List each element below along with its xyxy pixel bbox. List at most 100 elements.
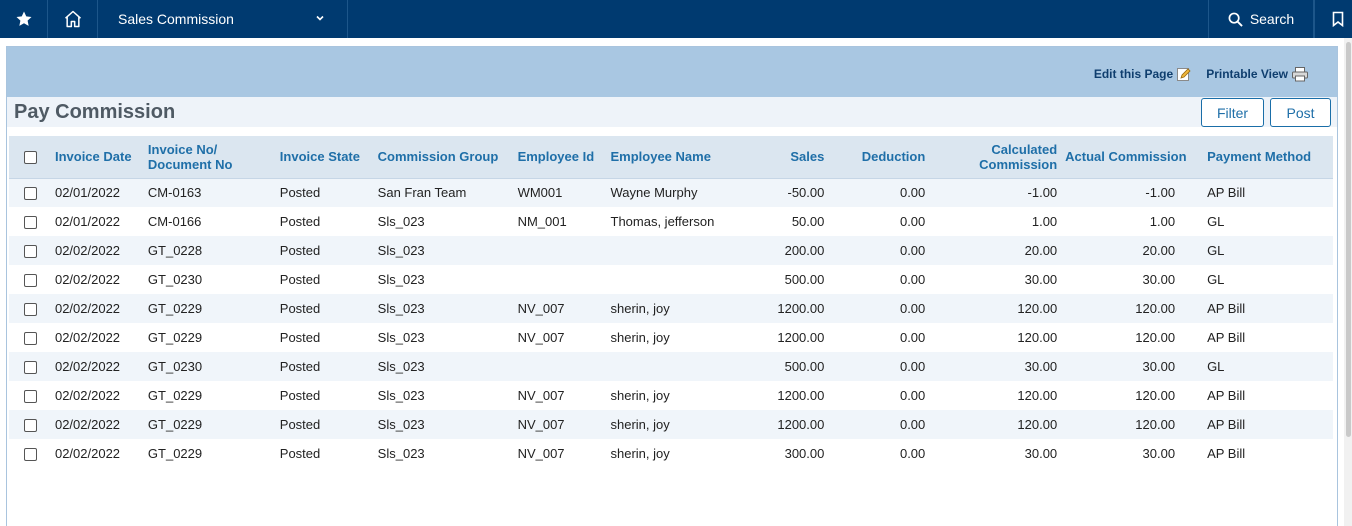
row-checkbox[interactable] [24, 419, 37, 433]
cell-employee-name: Wayne Murphy [606, 178, 739, 207]
cell-employee-name [606, 352, 739, 381]
select-all-checkbox[interactable] [24, 151, 37, 165]
row-checkbox[interactable] [24, 216, 37, 230]
col-calculated-commission[interactable]: Calculated Commission [929, 136, 1062, 179]
col-invoice-date[interactable]: Invoice Date [50, 136, 144, 179]
cell-employee-id: NV_007 [517, 388, 565, 403]
cell-payment-method: AP Bill [1207, 446, 1246, 461]
cell-calculated-commission: 120.00 [929, 410, 1062, 439]
cell-invoice-state: Posted [279, 330, 321, 345]
row-checkbox[interactable] [24, 187, 37, 201]
favorites-button[interactable] [0, 0, 48, 38]
col-actual-commission[interactable]: Actual Commission [1061, 136, 1194, 179]
cell-actual-commission: 1.00 [1149, 214, 1176, 229]
cell-invoice-state: Posted [279, 388, 321, 403]
cell-invoice-state: Posted [279, 446, 321, 461]
cell-deduction: 0.00 [828, 294, 930, 323]
cell-sales: 500.00 [784, 272, 825, 287]
cell-employee-name: Thomas, jefferson [610, 214, 715, 229]
cell-employee-id: NV_007 [513, 410, 607, 439]
table-row[interactable]: 02/02/2022 GT_0229 Posted Sls_023 NV_007 sher… [9, 294, 1333, 323]
cell-deduction: 0.00 [828, 410, 930, 439]
post-button[interactable]: Post [1270, 98, 1331, 127]
table-row[interactable]: 02/01/2022 CM-0166 Posted Sls_023 NM_001 Thom… [9, 207, 1333, 236]
page-scrollbar-thumb[interactable] [1346, 42, 1351, 437]
cell-commission-group: Sls_023 [377, 388, 425, 403]
col-deduction[interactable]: Deduction [828, 136, 930, 179]
filter-button[interactable]: Filter [1201, 98, 1264, 127]
col-employee-name[interactable]: Employee Name [606, 136, 739, 179]
cell-invoice-state: Posted [279, 214, 321, 229]
cell-payment-method: GL [1207, 214, 1225, 229]
edit-page-link[interactable]: Edit this Page [1094, 66, 1192, 82]
star-icon [16, 11, 31, 26]
cell-employee-id [513, 352, 607, 381]
cell-payment-method: GL [1193, 352, 1333, 381]
row-select-cell [9, 323, 51, 352]
cell-invoice-date: 02/02/2022 [54, 330, 121, 345]
printable-view-label: Printable View [1206, 67, 1288, 81]
chevron-down-icon [316, 15, 324, 21]
cell-invoice-date: 02/02/2022 [54, 388, 121, 403]
module-selector[interactable]: Sales Commission [98, 0, 348, 38]
cell-deduction: 0.00 [899, 388, 926, 403]
cell-employee-name [607, 265, 739, 294]
table-row[interactable]: 02/02/2022 GT_0229 Posted Sls_023 NV_007 sher… [9, 439, 1333, 468]
edit-page-icon [1177, 68, 1191, 81]
cell-calculated-commission: 30.00 [929, 352, 1062, 381]
cell-actual-commission: 30.00 [1142, 272, 1176, 287]
cell-commission-group: Sls_023 [377, 272, 425, 287]
cell-payment-method: AP Bill [1193, 294, 1333, 323]
row-checkbox[interactable] [24, 448, 37, 462]
cell-sales: 1200.00 [738, 410, 829, 439]
edit-page-label: Edit this Page [1093, 67, 1174, 81]
col-invoice-no[interactable]: Invoice No/Document No [143, 136, 276, 179]
row-checkbox[interactable] [24, 303, 37, 317]
row-select-cell [9, 265, 51, 294]
cell-employee-name: sherin, joy [606, 294, 739, 323]
table-row[interactable]: 02/02/2022 GT_0229 Posted Sls_023 NV_007 sher… [9, 323, 1333, 352]
cell-invoice-no: GT_0229 [147, 330, 203, 345]
table-row[interactable]: 02/02/2022 GT_0228 Posted Sls_023 200.00 0.00… [9, 236, 1333, 265]
cell-invoice-date: 02/02/2022 [50, 294, 144, 323]
cell-employee-id: NV_007 [517, 330, 565, 345]
cell-actual-commission: 120.00 [1135, 388, 1176, 403]
table-header-row: Invoice Date Invoice No/Document No Invo… [9, 136, 1333, 179]
home-button[interactable] [48, 0, 98, 38]
cell-employee-id: WM001 [513, 178, 607, 207]
row-select-cell [9, 207, 51, 236]
row-checkbox[interactable] [24, 245, 37, 259]
cell-invoice-no: GT_0230 [143, 352, 276, 381]
row-checkbox[interactable] [24, 332, 37, 346]
printable-view-link[interactable]: Printable View [1206, 66, 1309, 82]
table-row[interactable]: 02/02/2022 GT_0229 Posted Sls_023 NV_007 sher… [9, 410, 1333, 439]
table-row[interactable]: 02/02/2022 GT_0230 Posted Sls_023 500.00 0.00… [9, 352, 1333, 381]
cell-employee-id [514, 265, 607, 294]
cell-commission-group: Sls_023 [373, 294, 514, 323]
cell-invoice-no: CM-0163 [143, 178, 276, 207]
cell-actual-commission: 120.00 [1061, 410, 1194, 439]
table-row[interactable]: 02/01/2022 CM-0163 Posted San Fran Team WM00… [9, 178, 1333, 207]
bookmark-button[interactable] [1314, 0, 1352, 38]
col-employee-id[interactable]: Employee Id [513, 136, 607, 179]
cell-sales: -50.00 [738, 178, 829, 207]
cell-employee-name: sherin, joy [610, 388, 670, 403]
cell-sales: 500.00 [738, 352, 829, 381]
row-select-cell [9, 294, 51, 323]
search-button[interactable]: Search [1208, 0, 1314, 38]
table-row[interactable]: 02/02/2022 GT_0230 Posted Sls_023 500.00 0.00… [9, 265, 1333, 294]
col-invoice-state[interactable]: Invoice State [275, 136, 374, 179]
row-checkbox[interactable] [24, 274, 37, 288]
page-toolbar: Edit this Page Printable View [1094, 66, 1309, 82]
cell-actual-commission: -1.00 [1061, 178, 1194, 207]
col-sales[interactable]: Sales [738, 136, 829, 179]
table-row[interactable]: 02/02/2022 GT_0229 Posted Sls_023 NV_007 sher… [9, 381, 1333, 410]
page-title-bar: Pay Commission [7, 97, 1337, 127]
cell-commission-group: Sls_023 [373, 352, 514, 381]
cell-employee-name: sherin, joy [610, 446, 670, 461]
row-checkbox[interactable] [24, 361, 37, 375]
cell-commission-group: Sls_023 [377, 446, 425, 461]
row-checkbox[interactable] [24, 390, 37, 404]
col-commission-group[interactable]: Commission Group [373, 136, 514, 179]
col-payment-method[interactable]: Payment Method [1193, 136, 1333, 179]
